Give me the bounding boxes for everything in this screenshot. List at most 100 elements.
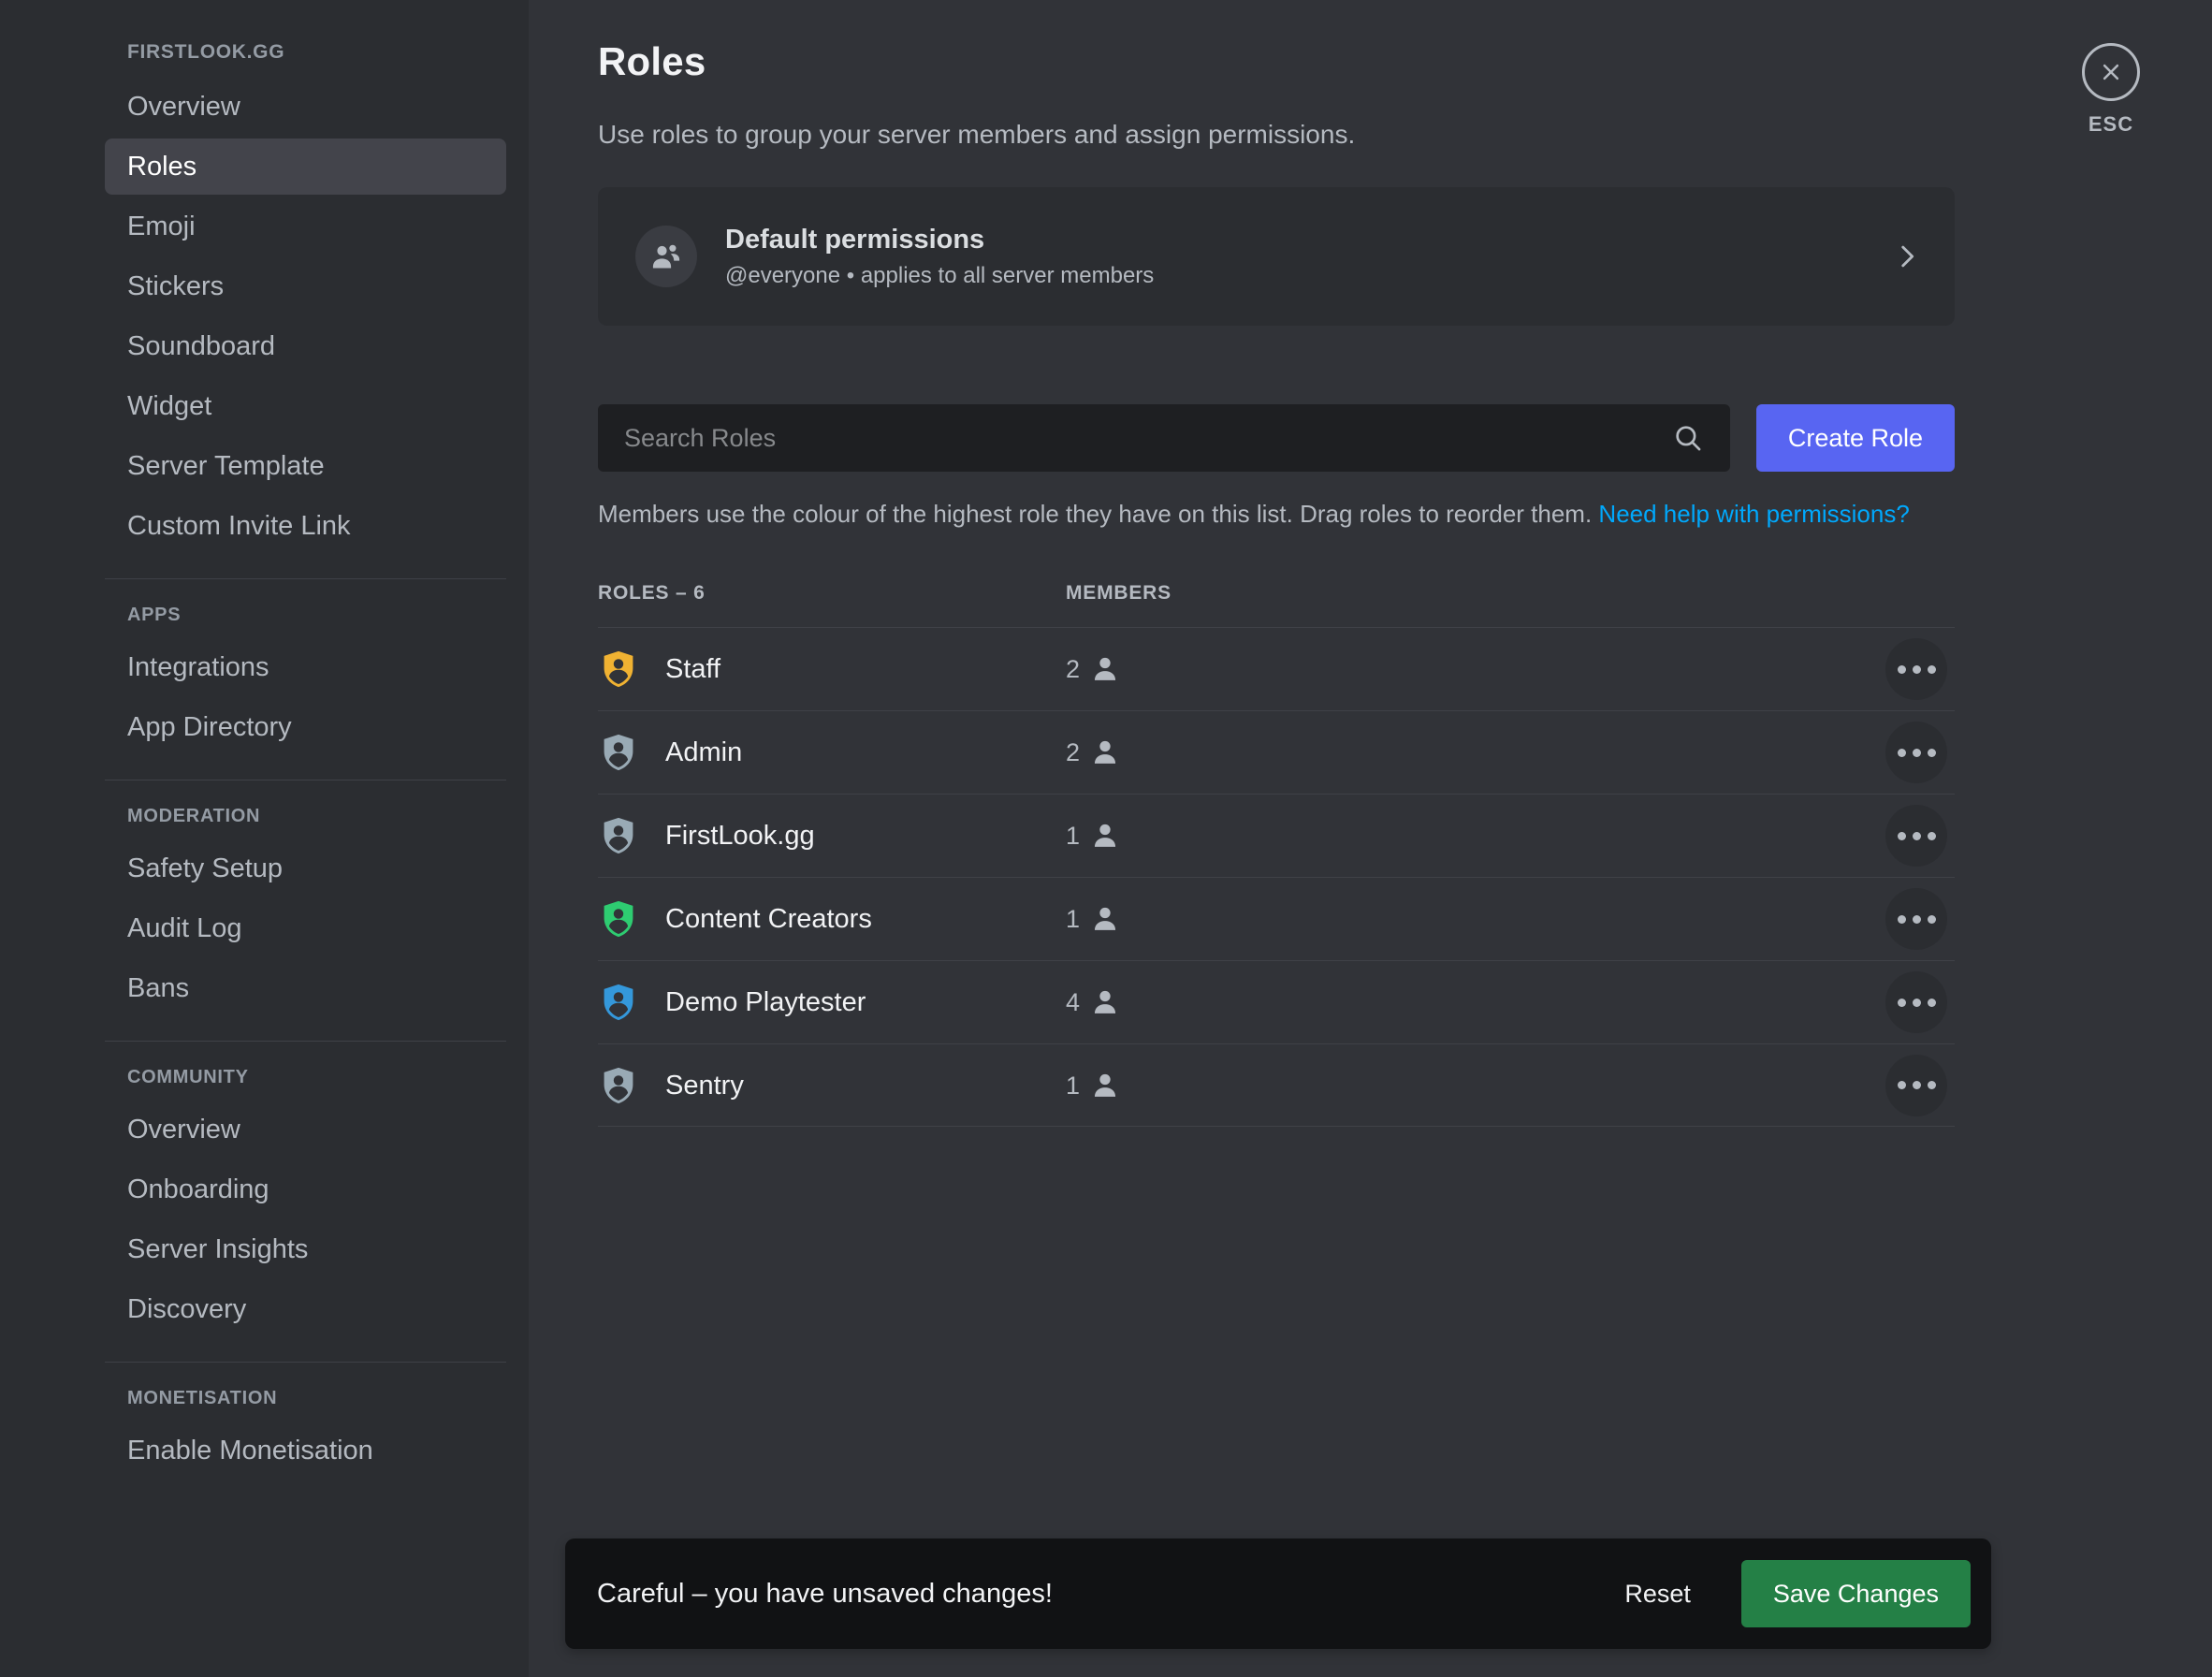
save-changes-button[interactable]: Save Changes <box>1740 1560 1971 1627</box>
role-actions-cell <box>1178 971 1955 1033</box>
role-members-cell: 1 <box>1066 820 1178 852</box>
roles-table-header: ROLES – 6 MEMBERS <box>598 582 1955 627</box>
create-role-button[interactable]: Create Role <box>1755 404 1955 472</box>
close-settings-button[interactable]: ESC <box>2055 43 2167 137</box>
unsaved-changes-message: Careful – you have unsaved changes! <box>597 1579 1053 1609</box>
role-name: FirstLook.gg <box>665 821 815 851</box>
sidebar-item-bans[interactable]: Bans <box>105 960 506 1016</box>
role-actions-cell <box>1178 1054 1955 1116</box>
sidebar-item-overview[interactable]: Overview <box>105 79 506 135</box>
chevron-right-icon <box>1891 241 1923 272</box>
sidebar-item-safety-setup[interactable]: Safety Setup <box>105 840 506 897</box>
default-permissions-title: Default permissions <box>725 225 985 255</box>
role-row[interactable]: Staff 2 <box>598 627 1955 710</box>
role-members-cell: 1 <box>1066 903 1178 935</box>
sidebar-item-emoji[interactable]: Emoji <box>105 198 506 255</box>
role-shield-icon <box>598 1065 639 1106</box>
sidebar-item-integrations[interactable]: Integrations <box>105 639 506 695</box>
role-name-cell: FirstLook.gg <box>598 815 1066 856</box>
sidebar-item-audit-log[interactable]: Audit Log <box>105 900 506 956</box>
sidebar-item-server-template[interactable]: Server Template <box>105 438 506 494</box>
role-members-cell: 1 <box>1066 1070 1178 1101</box>
sidebar-item-overview[interactable]: Overview <box>105 1101 506 1158</box>
role-actions-cell <box>1178 638 1955 700</box>
role-shield-icon <box>598 898 639 940</box>
sidebar-group-monetisation: Enable Monetisation <box>127 1422 501 1479</box>
sidebar-item-onboarding[interactable]: Onboarding <box>105 1161 506 1218</box>
sidebar-group-server: Overview Roles Emoji Stickers Soundboard Widg… <box>105 79 506 554</box>
role-name: Sentry <box>665 1070 744 1101</box>
role-name-cell: Demo Playtester <box>598 982 1066 1023</box>
sidebar-item-roles[interactable]: Roles <box>105 139 506 195</box>
role-shield-icon <box>598 982 639 1023</box>
role-members-cell: 2 <box>1066 653 1178 685</box>
sidebar-item-stickers[interactable]: Stickers <box>105 258 506 314</box>
unsaved-changes-bar: Careful – you have unsaved changes! Rese… <box>565 1538 1991 1649</box>
more-options-icon[interactable] <box>1885 888 1947 950</box>
page-title: Roles <box>598 39 706 83</box>
member-icon <box>1089 653 1121 685</box>
sidebar-group-apps: Integrations App Directory <box>127 639 501 755</box>
member-icon <box>1089 820 1121 852</box>
role-actions-cell <box>1178 722 1955 783</box>
sidebar-item-app-directory[interactable]: App Directory <box>105 699 506 755</box>
member-icon <box>1089 1070 1121 1101</box>
role-row[interactable]: Sentry 1 <box>598 1043 1955 1127</box>
role-member-count: 1 <box>1066 905 1081 933</box>
more-options-icon[interactable] <box>1885 722 1947 783</box>
roles-hint-text: Members use the colour of the highest ro… <box>598 500 1599 528</box>
default-permissions-subtitle: @everyone • applies to all server member… <box>725 263 1155 288</box>
sidebar-item-discovery[interactable]: Discovery <box>105 1281 506 1337</box>
people-icon <box>635 226 697 287</box>
sidebar-divider-1 <box>105 578 506 579</box>
sidebar-item-custom-invite-link[interactable]: Custom Invite Link <box>105 498 506 554</box>
role-members-cell: 2 <box>1066 736 1178 768</box>
roles-list: Staff 2 Admin 2 FirstLook.gg 1 Content Creator… <box>598 627 1955 1127</box>
role-members-cell: 4 <box>1066 986 1178 1018</box>
search-input[interactable] <box>624 422 1661 454</box>
permissions-help-link[interactable]: Need help with permissions? <box>1598 500 1909 528</box>
roles-search-row: Create Role <box>598 404 1955 472</box>
sidebar-divider-4 <box>105 1362 506 1363</box>
sidebar-item-soundboard[interactable]: Soundboard <box>105 318 506 374</box>
role-name: Staff <box>665 654 721 684</box>
member-icon <box>1089 986 1121 1018</box>
role-member-count: 1 <box>1066 1071 1081 1100</box>
role-shield-icon <box>598 732 639 773</box>
role-name-cell: Content Creators <box>598 898 1066 940</box>
settings-content: Roles Use roles to group your server mem… <box>529 0 2212 1677</box>
sidebar-item-server-insights[interactable]: Server Insights <box>105 1221 506 1277</box>
search-roles-box[interactable] <box>598 404 1730 472</box>
esc-label: ESC <box>2088 112 2134 136</box>
role-row[interactable]: FirstLook.gg 1 <box>598 794 1955 877</box>
members-column-header: MEMBERS <box>1066 582 1171 604</box>
sidebar-group-moderation: Safety Setup Audit Log Bans <box>127 840 501 1016</box>
role-member-count: 2 <box>1066 738 1081 766</box>
role-actions-cell <box>1178 888 1955 950</box>
sidebar-divider-3 <box>105 1041 506 1042</box>
more-options-icon[interactable] <box>1885 805 1947 867</box>
more-options-icon[interactable] <box>1885 1054 1947 1116</box>
sidebar-group-community: Overview Onboarding Server Insights Discove… <box>127 1101 501 1337</box>
reset-button[interactable]: Reset <box>1596 1565 1719 1623</box>
default-permissions-card[interactable]: Default permissions @everyone • applies … <box>598 187 1955 326</box>
role-name-cell: Admin <box>598 732 1066 773</box>
member-icon <box>1089 903 1121 935</box>
role-row[interactable]: Content Creators 1 <box>598 877 1955 960</box>
roles-hint: Members use the colour of the highest ro… <box>598 496 1927 532</box>
sidebar-section-moderation-label: MODERATION <box>127 806 261 826</box>
sidebar-item-widget[interactable]: Widget <box>105 378 506 434</box>
role-row[interactable]: Demo Playtester 4 <box>598 960 1955 1043</box>
sidebar-section-community-label: COMMUNITY <box>127 1067 249 1087</box>
more-options-icon[interactable] <box>1885 638 1947 700</box>
role-name: Demo Playtester <box>665 987 866 1017</box>
sidebar-item-enable-monetisation[interactable]: Enable Monetisation <box>105 1422 506 1479</box>
sidebar-section-apps-label: APPS <box>127 605 182 625</box>
role-row[interactable]: Admin 2 <box>598 710 1955 794</box>
member-icon <box>1089 736 1121 768</box>
more-options-icon[interactable] <box>1885 971 1947 1033</box>
server-settings-window: FIRSTLOOK.GG Overview Roles Emoji Stickers S… <box>0 0 2212 1677</box>
close-icon[interactable] <box>2082 43 2140 101</box>
role-name-cell: Sentry <box>598 1065 1066 1106</box>
sidebar-section-monetisation-label: MONETISATION <box>127 1388 278 1408</box>
